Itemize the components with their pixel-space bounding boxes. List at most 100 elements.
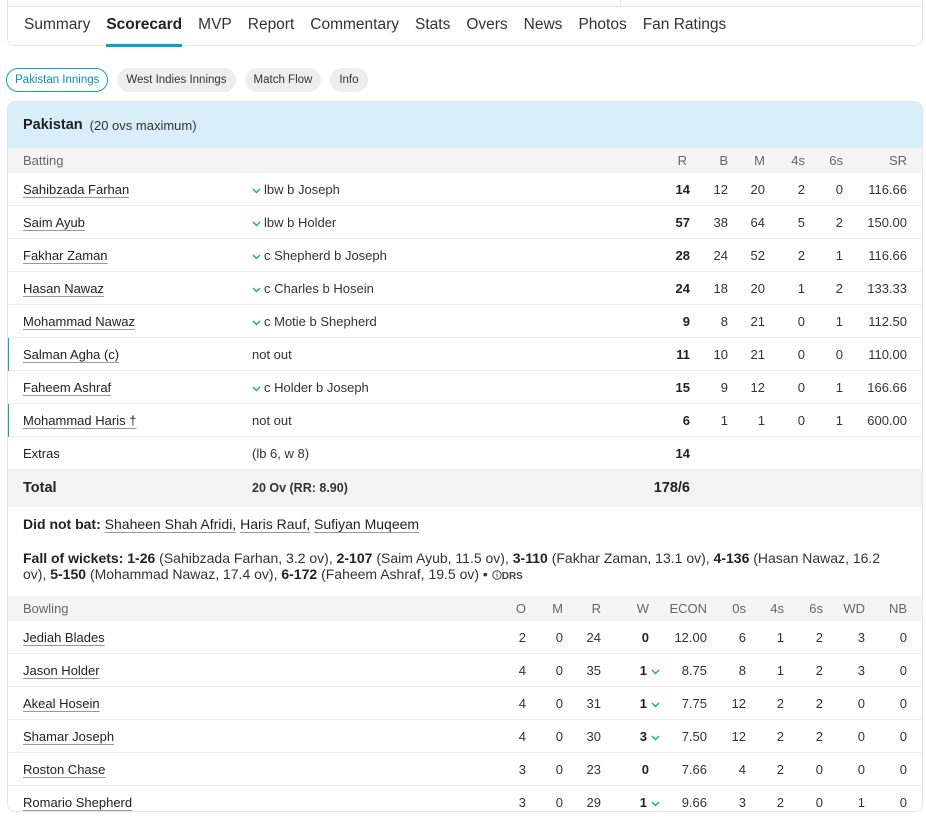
batting-row: Mohammad Haris † not out 6 1 1 0 1 600.00: [8, 404, 922, 437]
batter-name[interactable]: Hasan Nawaz: [23, 272, 104, 305]
bowler-econ: 8.75: [681, 663, 707, 678]
chevron-down-icon[interactable]: [252, 384, 261, 395]
batter-fours: 2: [797, 182, 805, 197]
total-row: Total 20 Ov (RR: 8.90) 178/6: [8, 470, 922, 507]
batter-m: 52: [750, 248, 765, 263]
batter-name[interactable]: Saim Ayub: [23, 206, 85, 239]
batter-r: 28: [675, 248, 690, 263]
tab-summary[interactable]: Summary: [24, 16, 90, 47]
bowler-w[interactable]: 1: [640, 654, 660, 687]
batter-sixes: 1: [835, 413, 843, 428]
tab-stats[interactable]: Stats: [415, 16, 450, 47]
batter-name[interactable]: Faheem Ashraf: [23, 371, 111, 404]
chevron-down-icon[interactable]: [252, 252, 261, 263]
total-score: 178/6: [653, 480, 690, 496]
batter-sr: 112.50: [868, 314, 907, 329]
dismissal[interactable]: c Motie b Shepherd: [252, 305, 377, 340]
bowler-econ: 7.50: [681, 729, 707, 744]
innings-header: Pakistan (20 ovs maximum): [8, 102, 922, 148]
batter-name[interactable]: Sahibzada Farhan: [23, 173, 129, 206]
dismissal[interactable]: lbw b Holder: [252, 206, 336, 241]
tab-news[interactable]: News: [524, 16, 563, 47]
did-not-bat-player[interactable]: Shaheen Shah Afridi,: [105, 516, 237, 532]
bowler-fours: 2: [776, 729, 784, 744]
batter-m: 64: [750, 215, 765, 230]
batter-b: 10: [713, 347, 728, 362]
did-not-bat-player[interactable]: Haris Rauf,: [240, 516, 310, 532]
chevron-down-icon[interactable]: [651, 663, 660, 678]
batter-m: 12: [750, 380, 765, 395]
batter-name[interactable]: Salman Agha (c): [23, 338, 119, 371]
did-not-bat: Did not bat: Shaheen Shah Afridi, Haris …: [8, 507, 922, 541]
did-not-bat-player[interactable]: Sufiyan Muqeem: [314, 516, 419, 532]
pill-match-flow[interactable]: Match Flow: [244, 68, 322, 92]
dismissal[interactable]: c Shepherd b Joseph: [252, 239, 387, 274]
chevron-down-icon[interactable]: [252, 285, 261, 296]
bowler-w-value: 1: [639, 696, 647, 711]
chevron-down-icon[interactable]: [651, 696, 660, 711]
bowler-w-value: 0: [641, 762, 649, 777]
bowler-w[interactable]: 1: [640, 786, 660, 811]
chevron-down-icon[interactable]: [252, 186, 261, 197]
tab-commentary[interactable]: Commentary: [310, 16, 399, 47]
bowling-row: Romario Shepherd 3 0 29 1 9.66 3 2 0 1 0: [8, 786, 922, 811]
tab-photos[interactable]: Photos: [578, 16, 626, 47]
dismissal[interactable]: c Charles b Hosein: [252, 272, 374, 307]
bowling-col-o: O: [515, 601, 526, 616]
bowler-name[interactable]: Shamar Joseph: [23, 720, 114, 753]
batter-r: 57: [675, 215, 690, 230]
bowling-row: Roston Chase 3 0 23 0 7.66 4 2 0 0 0: [8, 753, 922, 786]
bowler-w[interactable]: 1: [640, 687, 660, 720]
bowler-fours: 2: [776, 696, 784, 711]
dismissal-text: c Charles b Hosein: [264, 281, 374, 296]
tab-mvp[interactable]: MVP: [198, 16, 232, 47]
scorecard-tabs: Summary Scorecard MVP Report Commentary Stats…: [24, 16, 742, 47]
chevron-down-icon[interactable]: [651, 729, 660, 744]
batter-name[interactable]: Mohammad Haris †: [23, 404, 136, 437]
bowler-econ: 7.66: [681, 762, 707, 777]
batter-m: 20: [750, 281, 765, 296]
dismissal: not out: [252, 404, 292, 437]
tab-fan-ratings[interactable]: Fan Ratings: [643, 16, 727, 47]
batter-b: 9: [720, 380, 728, 395]
bowler-econ: 9.66: [681, 795, 707, 810]
batter-sixes: 2: [835, 215, 843, 230]
chevron-down-icon[interactable]: [252, 318, 261, 329]
chevron-down-icon[interactable]: [651, 795, 660, 810]
bowling-col-wd: WD: [843, 601, 865, 616]
bowling-col-nb: NB: [888, 601, 907, 616]
batter-b: 18: [713, 281, 728, 296]
drs-link[interactable]: DRS: [492, 570, 523, 582]
bowler-name[interactable]: Roston Chase: [23, 753, 105, 786]
batter-fours: 2: [797, 248, 805, 263]
pill-west-indies-innings[interactable]: West Indies Innings: [117, 68, 236, 92]
bowling-row: Jason Holder 4 0 35 1 8.75 8 1 2 3 0: [8, 654, 922, 687]
bowler-r: 30: [586, 729, 601, 744]
bowling-col-m: M: [552, 601, 563, 616]
batter-name[interactable]: Mohammad Nawaz: [23, 305, 135, 338]
dismissal[interactable]: lbw b Joseph: [252, 173, 340, 208]
pill-info[interactable]: Info: [330, 68, 368, 92]
batter-sr: 133.33: [867, 281, 907, 296]
bowler-m: 0: [555, 762, 563, 777]
bowler-name[interactable]: Akeal Hosein: [23, 687, 100, 720]
batter-name[interactable]: Fakhar Zaman: [23, 239, 108, 272]
dismissal: not out: [252, 338, 292, 371]
bowler-nb: 0: [899, 630, 907, 645]
drs-label: DRS: [501, 571, 523, 582]
tab-overs[interactable]: Overs: [466, 16, 507, 47]
tab-scorecard[interactable]: Scorecard: [106, 16, 183, 47]
dismissal[interactable]: c Holder b Joseph: [252, 371, 369, 406]
batter-b: 24: [713, 248, 728, 263]
bowler-name[interactable]: Jason Holder: [23, 654, 100, 687]
bowler-m: 0: [555, 630, 563, 645]
tab-report[interactable]: Report: [248, 16, 295, 47]
bowler-sixes: 2: [815, 663, 823, 678]
bowler-name[interactable]: Jediah Blades: [23, 621, 105, 654]
pill-pakistan-innings[interactable]: Pakistan Innings: [6, 68, 109, 92]
bowler-w[interactable]: 3: [640, 720, 660, 753]
chevron-down-icon[interactable]: [252, 219, 261, 230]
batter-r: 15: [675, 380, 690, 395]
bowler-name[interactable]: Romario Shepherd: [23, 786, 132, 811]
bowler-w-value: 0: [641, 630, 649, 645]
